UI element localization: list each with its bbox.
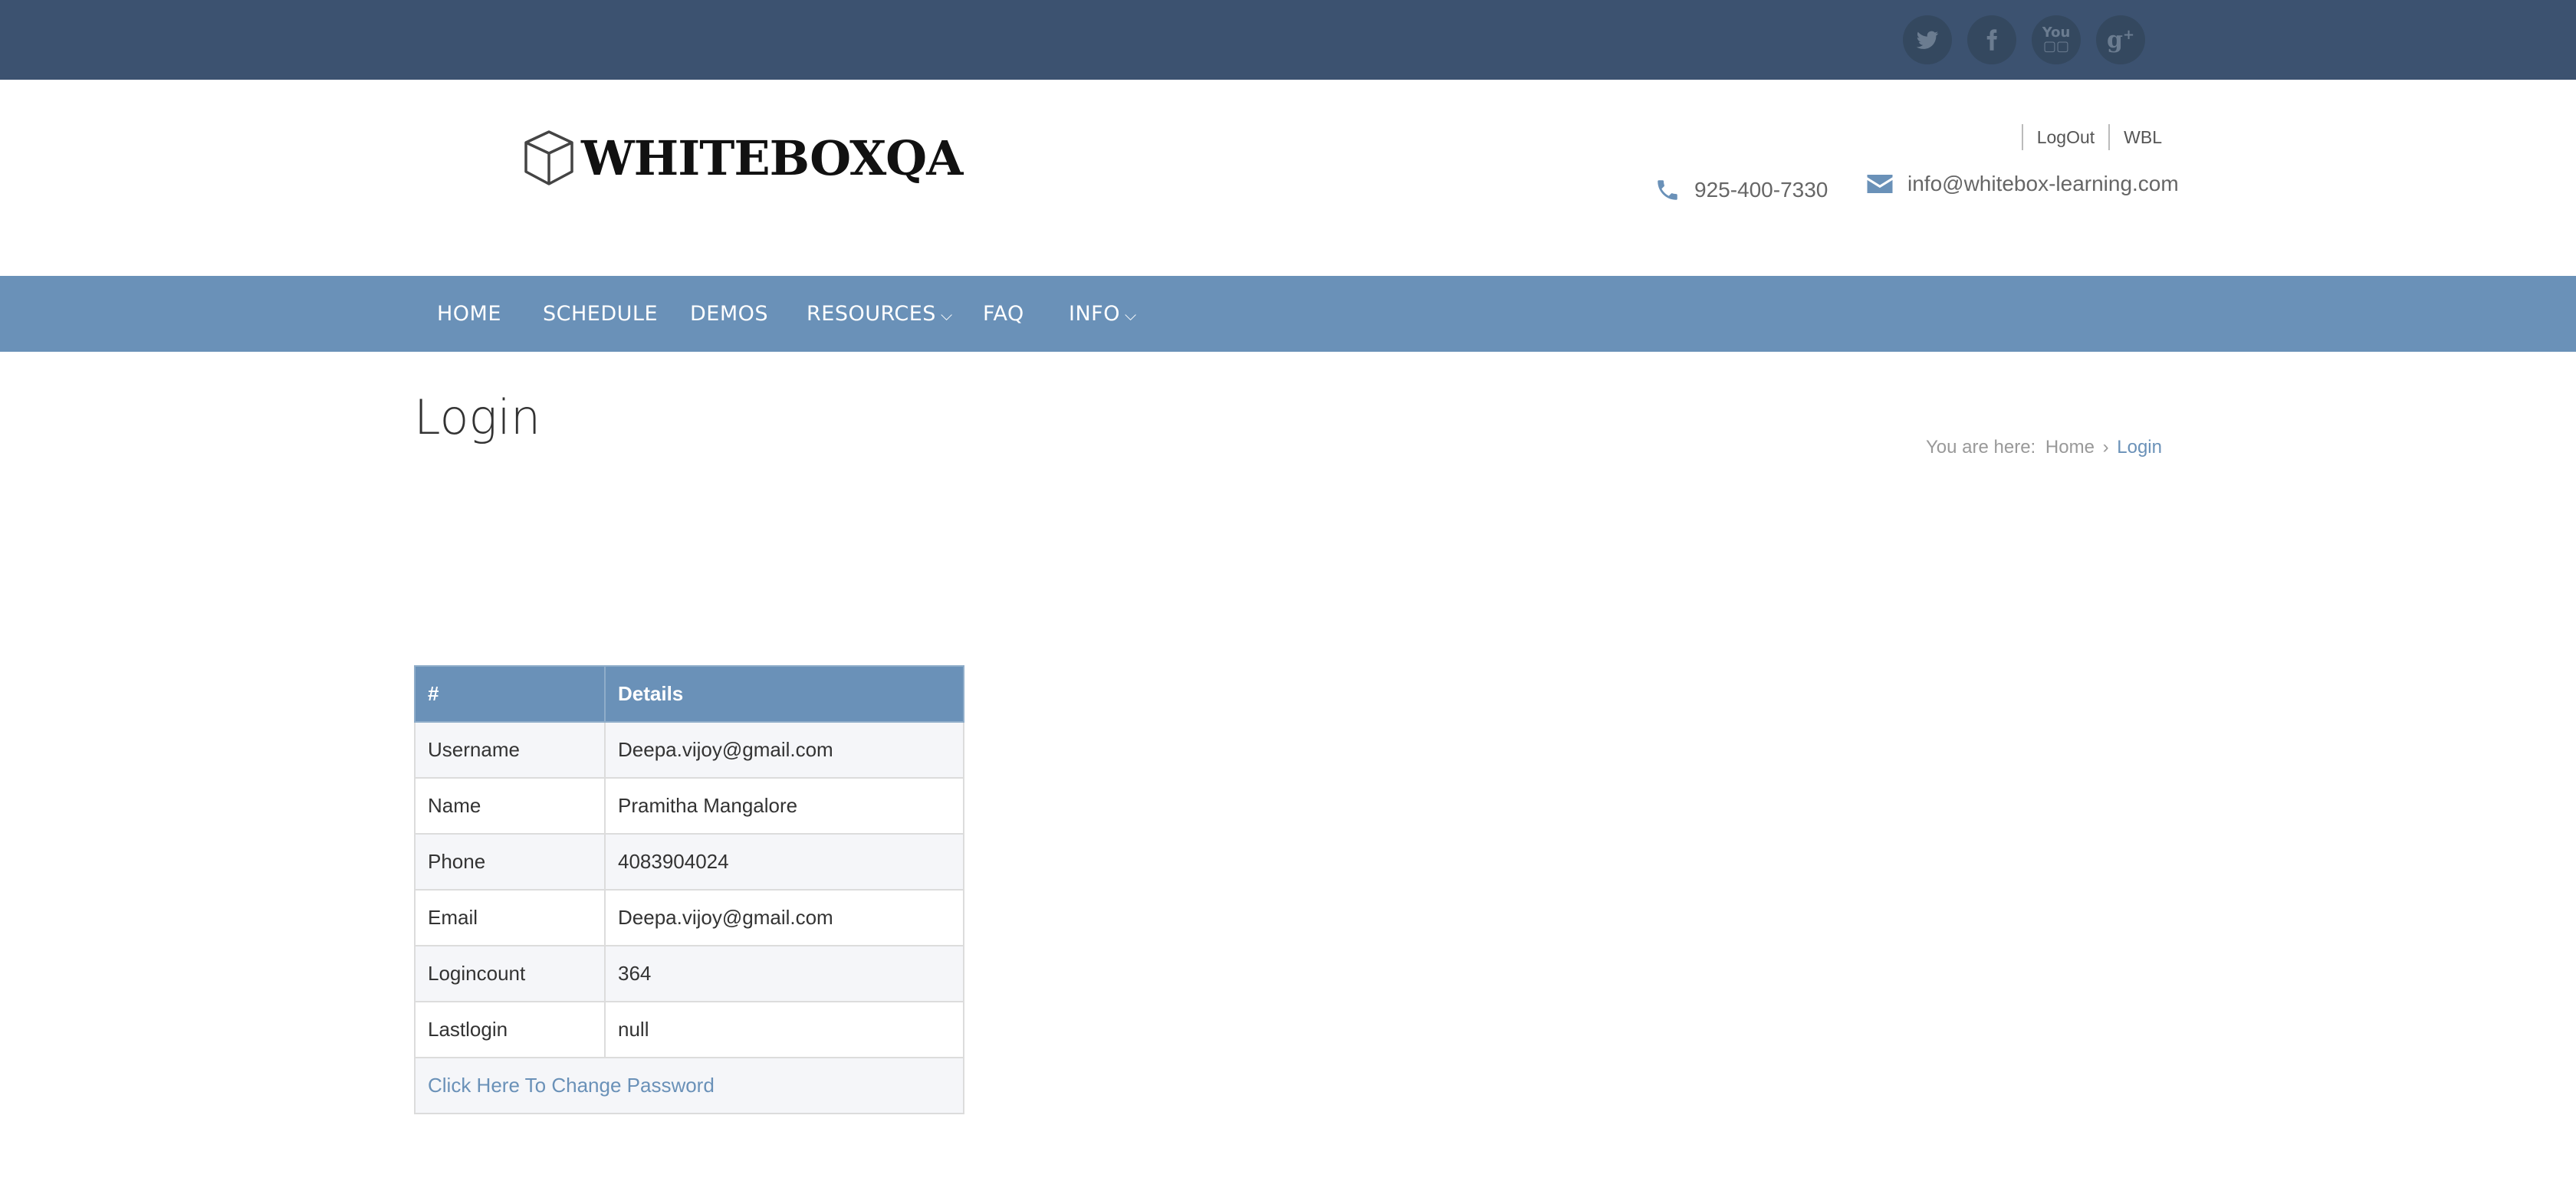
site-logo[interactable]: WHITEBOXQA: [521, 129, 963, 187]
row-label: Email: [414, 889, 606, 946]
cube-logo-icon: [524, 130, 573, 185]
row-label: Name: [414, 777, 606, 835]
email-contact: info@whitebox-learning.com: [1866, 172, 2179, 196]
nav-demos-label: DEMOS: [690, 302, 769, 326]
breadcrumb-home[interactable]: Home: [2045, 437, 2095, 458]
wbl-link[interactable]: WBL: [2124, 127, 2162, 148]
table-row: Lastlogin null: [414, 1001, 964, 1058]
chevron-down-icon: ⌵: [940, 306, 953, 324]
nav-info-label: INFO: [1069, 302, 1120, 326]
nav-schedule-label: SCHEDULE: [543, 302, 659, 326]
row-value: Pramitha Mangalore: [604, 777, 964, 835]
youtube-icon[interactable]: You ▢▢: [2032, 15, 2081, 64]
column-header: Details: [604, 665, 964, 723]
nav-demos[interactable]: DEMOS: [690, 276, 768, 352]
row-label: Logincount: [414, 945, 606, 1002]
user-details-table: # Details Username Deepa.vijoy@gmail.com…: [414, 665, 964, 1114]
nav-faq-label: FAQ: [983, 302, 1024, 326]
main-nav: HOME SCHEDULE DEMOS RESOURCES ⌵ FAQ INFO ⌵: [0, 276, 2576, 352]
table-row: Name Pramitha Mangalore: [414, 777, 964, 835]
change-password-link[interactable]: Click Here To Change Password: [428, 1074, 715, 1097]
row-label: Username: [414, 721, 606, 779]
nav-schedule[interactable]: SCHEDULE: [543, 276, 658, 352]
table-row: Phone 4083904024: [414, 833, 964, 891]
link-divider: [2108, 124, 2111, 150]
logo-text: WHITEBOXQA: [581, 130, 963, 186]
page-title: Login: [414, 389, 541, 445]
chevron-right-icon: ›: [2102, 437, 2109, 458]
table-footer-row: Click Here To Change Password: [414, 1057, 964, 1114]
breadcrumb: You are here: Home › Login: [1926, 437, 2162, 458]
row-label: Phone: [414, 833, 606, 891]
nav-resources-label: RESOURCES: [807, 302, 936, 326]
nav-home[interactable]: HOME: [437, 276, 501, 352]
table-row: Username Deepa.vijoy@gmail.com: [414, 721, 964, 779]
site-header: [0, 80, 2576, 276]
email-link[interactable]: info@whitebox-learning.com: [1907, 172, 2179, 196]
header-top-links: LogOut WBL: [2008, 124, 2162, 150]
facebook-icon[interactable]: [1967, 15, 2016, 64]
breadcrumb-current: Login: [2117, 437, 2162, 458]
phone-icon: [1658, 180, 1677, 200]
row-value: null: [604, 1001, 964, 1058]
envelope-icon: [1867, 175, 1893, 193]
row-label: Lastlogin: [414, 1001, 606, 1058]
row-value: 4083904024: [604, 833, 964, 891]
nav-faq[interactable]: FAQ: [983, 276, 1024, 352]
logout-link[interactable]: LogOut: [2037, 127, 2095, 148]
twitter-icon[interactable]: [1903, 15, 1952, 64]
table-row: Email Deepa.vijoy@gmail.com: [414, 889, 964, 946]
change-password-cell: Click Here To Change Password: [414, 1057, 964, 1114]
nav-resources[interactable]: RESOURCES ⌵: [807, 276, 953, 352]
table-header-row: # Details: [414, 665, 964, 723]
breadcrumb-prefix: You are here:: [1925, 437, 2036, 458]
phone-contact: 925-400-7330: [1654, 176, 1828, 204]
nav-info[interactable]: INFO ⌵: [1069, 276, 1137, 352]
row-value: Deepa.vijoy@gmail.com: [604, 889, 964, 946]
phone-number: 925-400-7330: [1694, 178, 1829, 202]
nav-home-label: HOME: [437, 302, 501, 326]
chevron-down-icon: ⌵: [1124, 306, 1137, 324]
column-header: #: [414, 665, 606, 723]
row-value: 364: [604, 945, 964, 1002]
google-plus-icon[interactable]: g+: [2096, 15, 2145, 64]
link-divider: [2021, 124, 2023, 150]
top-bar: You ▢▢ g+: [0, 0, 2576, 80]
table-row: Logincount 364: [414, 945, 964, 1002]
row-value: Deepa.vijoy@gmail.com: [604, 721, 964, 779]
